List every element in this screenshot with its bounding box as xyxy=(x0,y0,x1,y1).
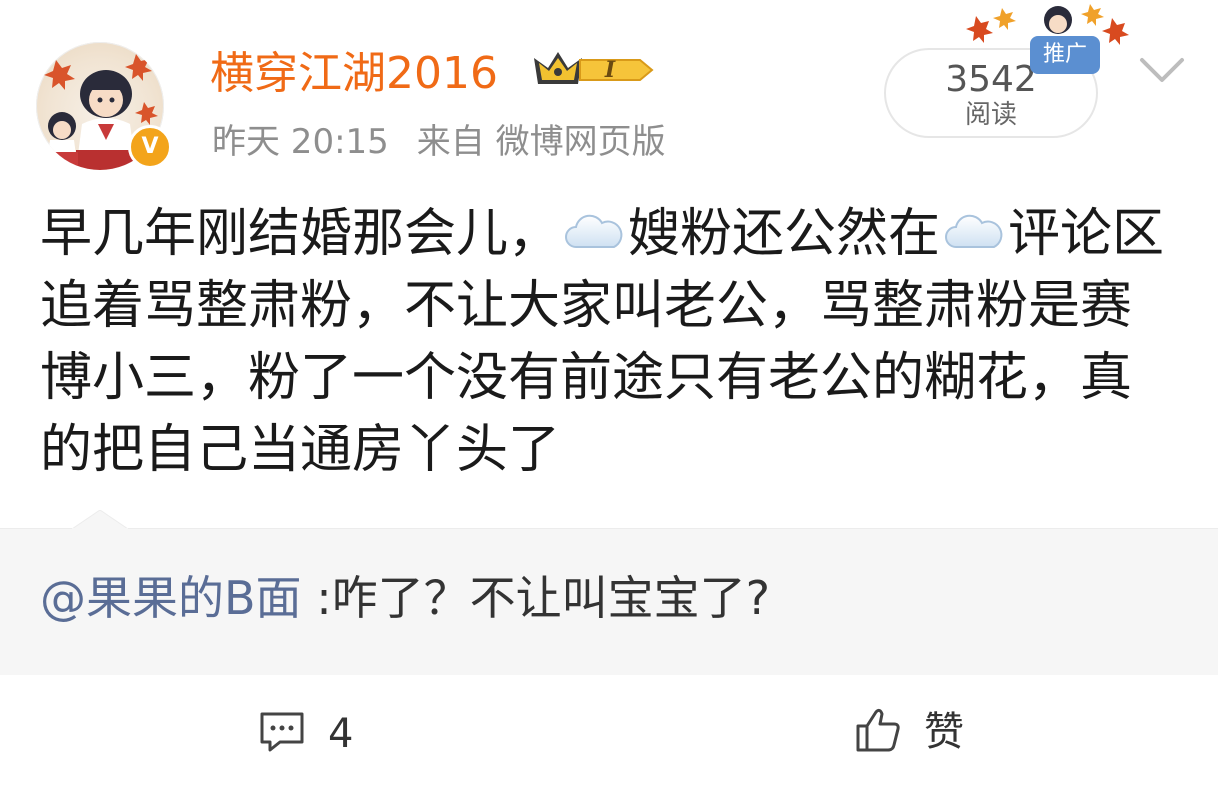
post-text: 早几年刚结婚那会儿， 嫂粉还公然在 评论区追着骂整肃粉，不让大家叫老公，骂整肃粉是赛… xyxy=(40,198,1180,486)
promo-badge: 推广 xyxy=(1030,36,1100,74)
username[interactable]: 横穿江湖2016 xyxy=(210,46,498,102)
vip-crown-badge-icon[interactable]: I xyxy=(530,46,656,94)
cloud-emoji-icon xyxy=(945,214,1003,248)
post-meta: 昨天 20:15 来自 微博网页版 xyxy=(212,118,694,166)
like-label: 赞 xyxy=(924,709,964,755)
chevron-down-icon[interactable] xyxy=(1136,50,1188,90)
cloud-emoji-icon xyxy=(565,214,623,248)
comment-text: :咋了？不让叫宝宝了? xyxy=(316,571,771,625)
vip-level: I xyxy=(604,57,616,83)
thumbs-up-icon xyxy=(856,708,900,752)
comment-icon xyxy=(260,712,304,752)
post-text-part: 早几年刚结婚那会儿， xyxy=(40,204,561,264)
comment-author-mention[interactable]: @果果的B面 xyxy=(40,571,302,625)
post-time: 昨天 20:15 xyxy=(212,122,389,162)
comment-box-pointer xyxy=(72,510,128,540)
comment-count: 4 xyxy=(328,711,354,757)
post-source[interactable]: 来自 微博网页版 xyxy=(417,122,666,162)
comment-line: @果果的B面 :咋了？不让叫宝宝了? xyxy=(40,566,770,630)
post-text-part: 嫂粉还公然在 xyxy=(628,204,941,264)
read-label: 阅读 xyxy=(964,100,1017,130)
verified-badge-icon: V xyxy=(128,125,172,169)
